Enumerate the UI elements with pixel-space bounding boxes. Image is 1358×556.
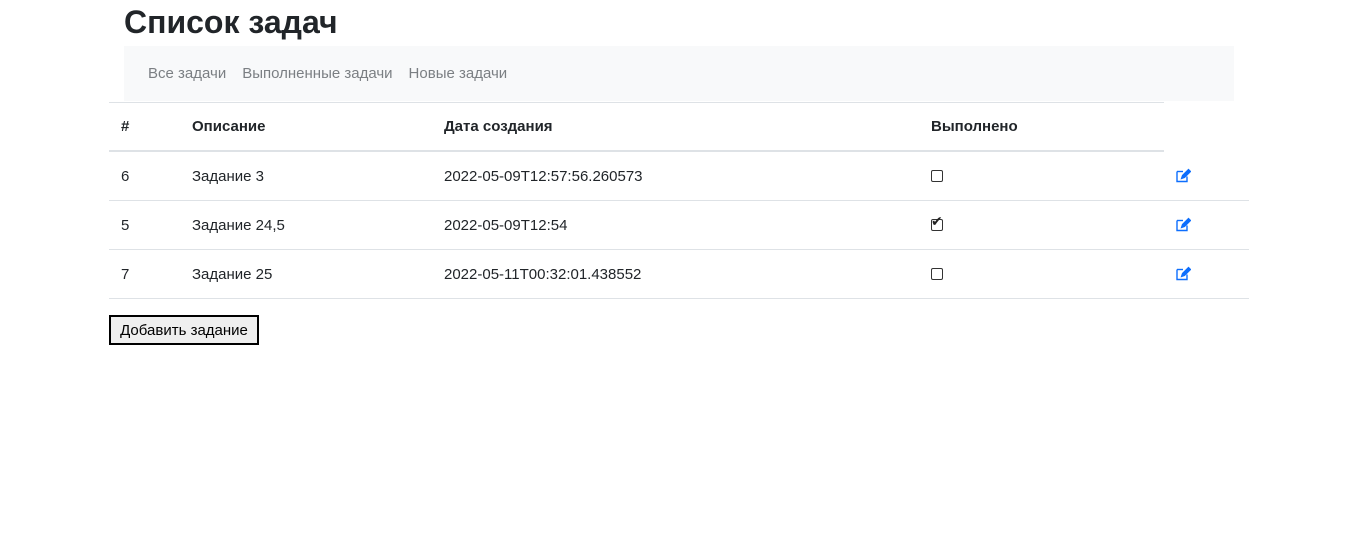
table-header-row: # Описание Дата создания Выполнено bbox=[109, 102, 1164, 152]
task-created: 2022-05-11T00:32:01.438552 bbox=[444, 266, 642, 283]
task-created: 2022-05-09T12:57:56.260573 bbox=[444, 168, 643, 185]
add-task-button[interactable]: Добавить задание bbox=[109, 315, 259, 345]
task-done-checkbox bbox=[931, 170, 943, 182]
task-filter-navbar: Все задачи Выполненные задачи Новые зада… bbox=[124, 46, 1234, 101]
edit-icon[interactable] bbox=[1175, 266, 1191, 282]
task-description: Задание 24,5 bbox=[192, 217, 285, 234]
task-description: Задание 3 bbox=[192, 168, 265, 185]
header-done: Выполнено bbox=[931, 118, 1018, 135]
task-done-checkbox bbox=[931, 268, 943, 280]
task-done-checkbox: ✔ bbox=[931, 213, 943, 231]
edit-icon[interactable] bbox=[1175, 168, 1191, 184]
table-row: 6 Задание 3 2022-05-09T12:57:56.260573 bbox=[109, 152, 1249, 201]
task-id: 5 bbox=[121, 217, 130, 234]
task-description: Задание 25 bbox=[192, 266, 273, 283]
nav-link-new-tasks[interactable]: Новые задачи bbox=[401, 65, 516, 82]
nav-link-all-tasks[interactable]: Все задачи bbox=[140, 65, 234, 82]
tasks-table: # Описание Дата создания Выполнено 6 Зад… bbox=[109, 102, 1249, 299]
table-row: 7 Задание 25 2022-05-11T00:32:01.438552 bbox=[109, 250, 1249, 299]
task-id: 7 bbox=[121, 266, 130, 283]
edit-icon[interactable] bbox=[1175, 217, 1191, 233]
task-id: 6 bbox=[121, 168, 130, 185]
header-description: Описание bbox=[192, 118, 266, 135]
page-title: Список задач bbox=[124, 4, 338, 40]
task-created: 2022-05-09T12:54 bbox=[444, 217, 568, 234]
header-id: # bbox=[121, 118, 130, 135]
header-created: Дата создания bbox=[444, 118, 553, 135]
nav-link-completed-tasks[interactable]: Выполненные задачи bbox=[234, 65, 400, 82]
table-row: 5 Задание 24,5 2022-05-09T12:54 ✔ bbox=[109, 201, 1249, 250]
